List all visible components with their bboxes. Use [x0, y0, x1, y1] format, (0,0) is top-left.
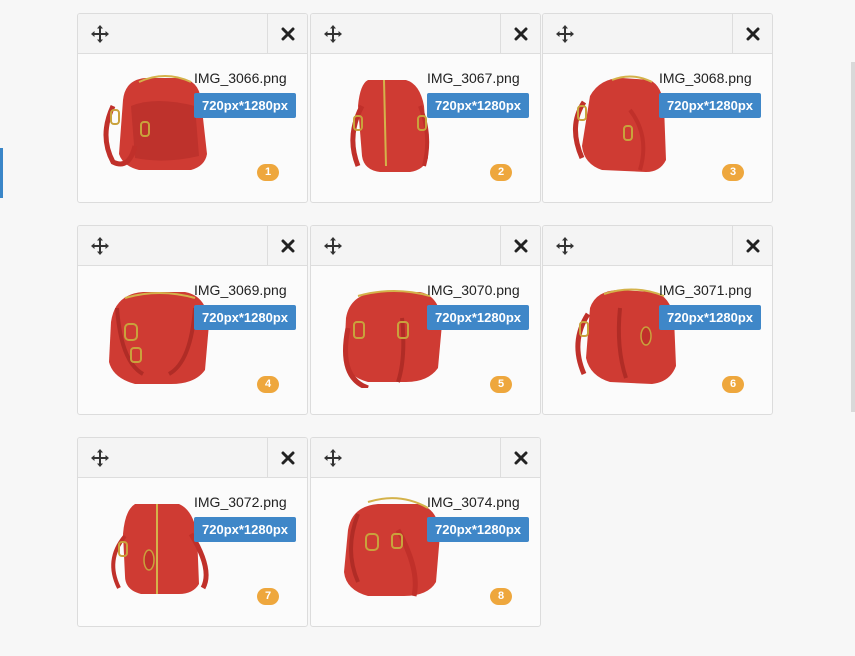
card-header	[311, 226, 540, 266]
file-name: IMG_3067.png	[427, 70, 520, 86]
move-icon[interactable]	[323, 236, 343, 256]
image-card: IMG_3067.png 720px*1280px 2	[310, 13, 541, 203]
file-name: IMG_3074.png	[427, 494, 520, 510]
file-name: IMG_3071.png	[659, 282, 752, 298]
move-icon[interactable]	[555, 24, 575, 44]
move-icon[interactable]	[90, 236, 110, 256]
order-badge: 6	[722, 376, 744, 393]
card-header	[311, 438, 540, 478]
card-header	[543, 226, 772, 266]
file-name: IMG_3066.png	[194, 70, 287, 86]
card-header	[78, 14, 307, 54]
image-card: IMG_3072.png 720px*1280px 7	[77, 437, 308, 627]
dimensions-badge: 720px*1280px	[659, 93, 762, 118]
close-icon	[281, 27, 295, 41]
dimensions-badge: 720px*1280px	[427, 93, 530, 118]
dimensions-badge: 720px*1280px	[194, 305, 297, 330]
image-card: IMG_3068.png 720px*1280px 3	[542, 13, 773, 203]
dimensions-badge: 720px*1280px	[427, 517, 530, 542]
card-header	[78, 438, 307, 478]
image-card: IMG_3074.png 720px*1280px 8	[310, 437, 541, 627]
close-icon	[746, 239, 760, 253]
order-badge: 1	[257, 164, 279, 181]
dimensions-badge: 720px*1280px	[659, 305, 762, 330]
image-card: IMG_3066.png 720px*1280px 1	[77, 13, 308, 203]
order-badge: 2	[490, 164, 512, 181]
left-accent-bar	[0, 148, 3, 198]
image-card: IMG_3069.png 720px*1280px 4	[77, 225, 308, 415]
dimensions-badge: 720px*1280px	[194, 93, 297, 118]
close-icon	[281, 451, 295, 465]
order-badge: 3	[722, 164, 744, 181]
file-name: IMG_3069.png	[194, 282, 287, 298]
scrollbar[interactable]	[851, 62, 855, 412]
close-icon	[514, 239, 528, 253]
delete-button[interactable]	[732, 14, 772, 53]
close-icon	[746, 27, 760, 41]
order-badge: 5	[490, 376, 512, 393]
card-header	[78, 226, 307, 266]
close-icon	[514, 27, 528, 41]
file-name: IMG_3070.png	[427, 282, 520, 298]
image-card: IMG_3071.png 720px*1280px 6	[542, 225, 773, 415]
delete-button[interactable]	[500, 438, 540, 477]
delete-button[interactable]	[267, 14, 307, 53]
move-icon[interactable]	[90, 448, 110, 468]
file-name: IMG_3068.png	[659, 70, 752, 86]
move-icon[interactable]	[555, 236, 575, 256]
delete-button[interactable]	[267, 438, 307, 477]
move-icon[interactable]	[90, 24, 110, 44]
order-badge: 7	[257, 588, 279, 605]
image-card: IMG_3070.png 720px*1280px 5	[310, 225, 541, 415]
move-icon[interactable]	[323, 24, 343, 44]
delete-button[interactable]	[267, 226, 307, 265]
delete-button[interactable]	[732, 226, 772, 265]
order-badge: 8	[490, 588, 512, 605]
dimensions-badge: 720px*1280px	[194, 517, 297, 542]
card-header	[311, 14, 540, 54]
file-name: IMG_3072.png	[194, 494, 287, 510]
move-icon[interactable]	[323, 448, 343, 468]
delete-button[interactable]	[500, 14, 540, 53]
dimensions-badge: 720px*1280px	[427, 305, 530, 330]
close-icon	[514, 451, 528, 465]
card-header	[543, 14, 772, 54]
close-icon	[281, 239, 295, 253]
order-badge: 4	[257, 376, 279, 393]
delete-button[interactable]	[500, 226, 540, 265]
